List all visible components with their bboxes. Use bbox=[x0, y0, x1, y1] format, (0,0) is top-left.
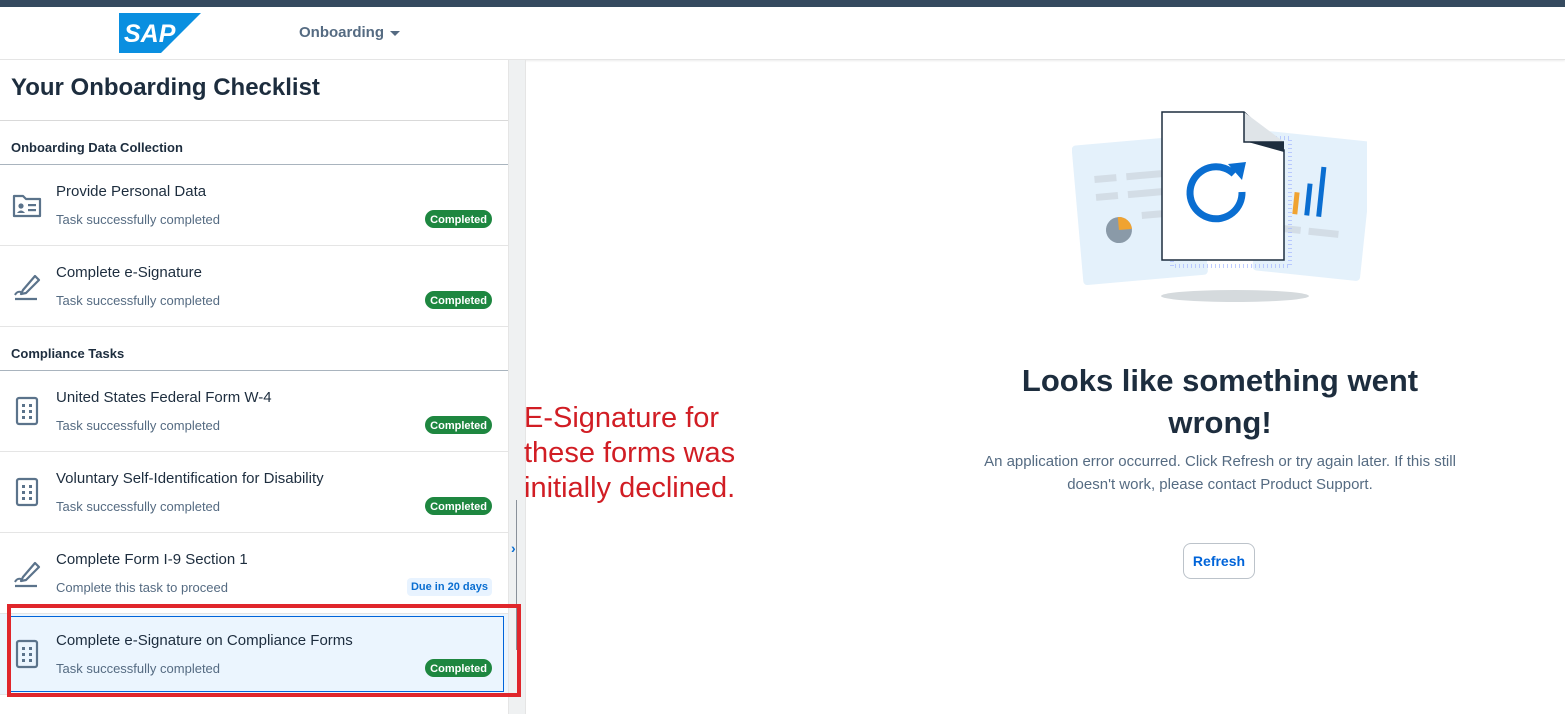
sap-logo[interactable]: SAP bbox=[119, 13, 201, 53]
task-status-text: Task successfully completed bbox=[56, 499, 221, 514]
refresh-button[interactable]: Refresh bbox=[1183, 543, 1255, 579]
product-switcher-menu[interactable]: Onboarding bbox=[299, 24, 400, 41]
checklist-title: Your Onboarding Checklist bbox=[0, 60, 508, 121]
task-name: Voluntary Self-Identification for Disabi… bbox=[56, 470, 324, 487]
error-title: Looks like something went wrong! bbox=[1021, 363, 1419, 440]
caret-down-icon bbox=[390, 31, 400, 36]
status-badge: Completed bbox=[425, 210, 492, 228]
group-header-data-collection: Onboarding Data Collection bbox=[0, 121, 508, 165]
status-badge: Completed bbox=[425, 659, 492, 677]
task-form-i9-section-1[interactable]: Complete Form I-9 Section 1 Complete thi… bbox=[0, 533, 508, 614]
task-name: United States Federal Form W-4 bbox=[56, 389, 272, 406]
group-header-compliance-tasks: Compliance Tasks bbox=[0, 327, 508, 371]
status-badge: Completed bbox=[425, 497, 492, 515]
task-name: Complete Form I-9 Section 1 bbox=[56, 551, 248, 568]
status-badge: Completed bbox=[425, 416, 492, 434]
signature-pen-icon bbox=[14, 274, 41, 301]
task-name: Complete e-Signature on Compliance Forms bbox=[56, 632, 353, 649]
form-list-icon bbox=[15, 396, 39, 426]
task-complete-e-signature[interactable]: Complete e-Signature Task successfully c… bbox=[0, 246, 508, 327]
task-status-text: Complete this task to proceed bbox=[56, 580, 228, 595]
task-name: Complete e-Signature bbox=[56, 264, 202, 281]
sap-logo-text: SAP bbox=[124, 20, 176, 48]
due-date-badge: Due in 20 days bbox=[406, 578, 492, 596]
error-message: An application error occurred. Click Ref… bbox=[984, 453, 1456, 493]
splitter-handle-line bbox=[516, 500, 517, 650]
chevron-right-icon[interactable]: › bbox=[511, 540, 523, 556]
task-status-text: Task successfully completed bbox=[56, 293, 221, 308]
contact-card-icon bbox=[12, 194, 42, 218]
onboarding-checklist-panel: Your Onboarding Checklist Onboarding Dat… bbox=[0, 60, 509, 714]
task-name: Provide Personal Data bbox=[56, 183, 207, 200]
form-list-icon bbox=[15, 477, 39, 507]
form-list-icon bbox=[15, 639, 39, 669]
task-status-text: Task successfully completed bbox=[56, 418, 221, 433]
shell-bar: SAP Onboarding bbox=[0, 7, 1565, 60]
product-menu-label: Onboarding bbox=[299, 24, 384, 41]
task-e-signature-compliance-forms[interactable]: Complete e-Signature on Compliance Forms… bbox=[0, 614, 508, 695]
status-badge: Completed bbox=[425, 291, 492, 309]
error-illustration bbox=[1072, 111, 1367, 302]
task-status-text: Task successfully completed bbox=[56, 212, 221, 227]
signature-pen-icon bbox=[14, 561, 41, 588]
task-provide-personal-data[interactable]: Provide Personal Data Task successfully … bbox=[0, 165, 508, 246]
task-voluntary-self-identification[interactable]: Voluntary Self-Identification for Disabi… bbox=[0, 452, 508, 533]
panel-splitter[interactable]: › bbox=[509, 60, 526, 714]
shell-top-strip bbox=[0, 0, 1565, 7]
annotation-note: E-Signature for these forms was initiall… bbox=[524, 402, 736, 504]
task-form-w4[interactable]: United States Federal Form W-4 Task succ… bbox=[0, 371, 508, 452]
task-status-text: Task successfully completed bbox=[56, 661, 221, 676]
